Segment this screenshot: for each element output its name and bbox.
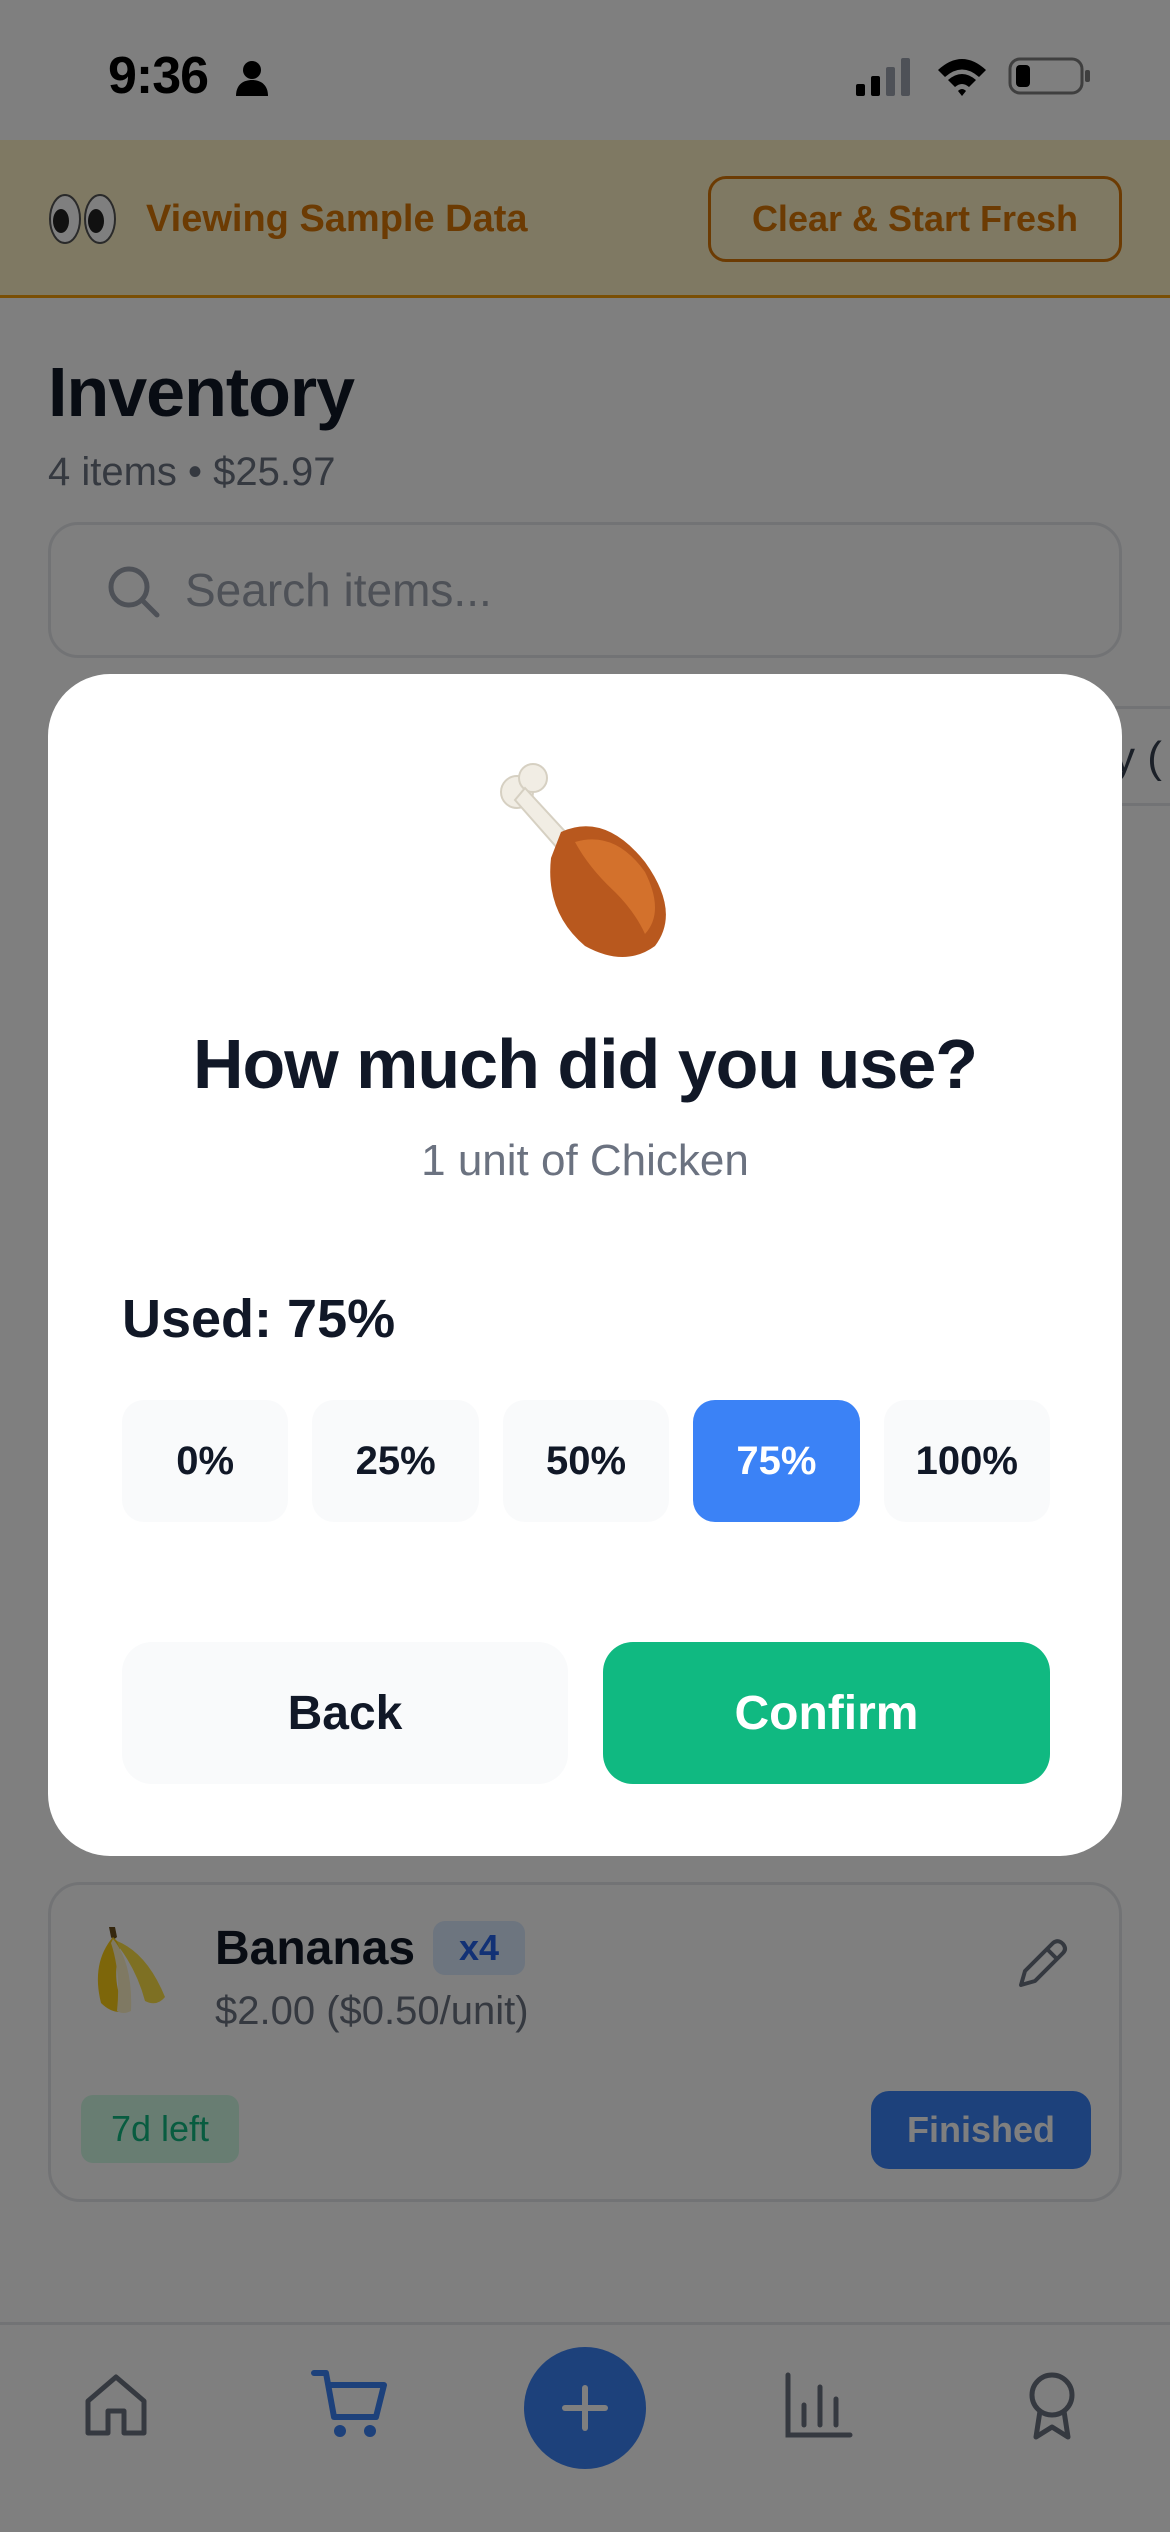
option-25-percent[interactable]: 25% (312, 1400, 479, 1522)
confirm-button[interactable]: Confirm (603, 1642, 1050, 1784)
modal-title: How much did you use? (192, 1025, 978, 1103)
app-screen: 9:36 Viewing Sample Data (0, 0, 1170, 2532)
option-50-percent[interactable]: 50% (502, 1400, 670, 1522)
modal-subtitle: 1 unit of Chicken (421, 1136, 749, 1185)
chicken-leg-icon (500, 763, 666, 957)
option-100-percent[interactable]: 100% (883, 1400, 1051, 1522)
back-button[interactable]: Back (122, 1642, 568, 1784)
percentage-options: 0% 25% 50% 75% 100% (122, 1400, 1051, 1522)
used-percentage-label: Used: 75% (122, 1289, 396, 1349)
option-75-percent[interactable]: 75% (693, 1400, 860, 1522)
usage-modal: How much did you use? 1 unit of Chicken … (48, 674, 1122, 1856)
option-0-percent[interactable]: 0% (122, 1400, 289, 1522)
